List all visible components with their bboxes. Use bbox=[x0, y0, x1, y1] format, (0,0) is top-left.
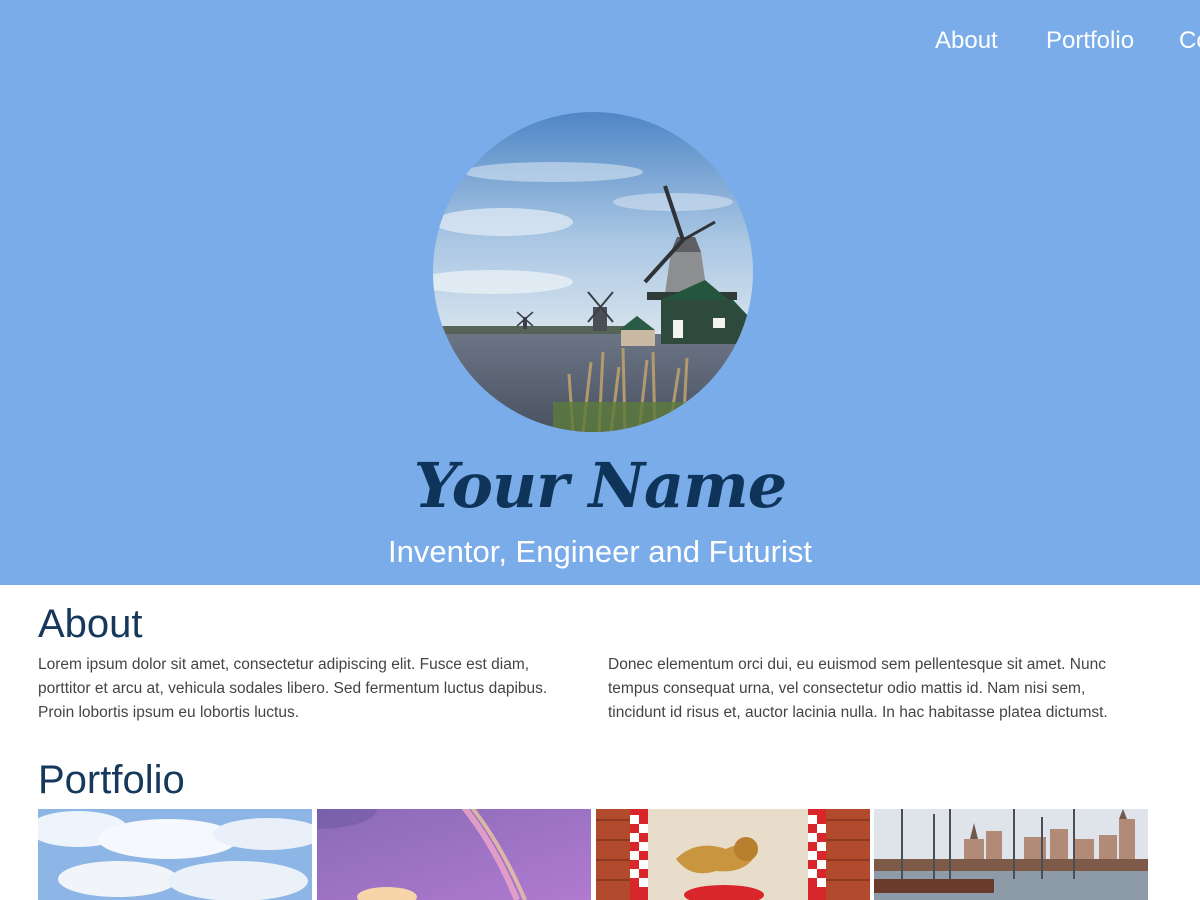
hero-tagline: Inventor, Engineer and Futurist bbox=[388, 534, 812, 569]
windmill-photo-icon bbox=[433, 112, 753, 432]
lion-banner-photo-icon bbox=[596, 809, 870, 900]
portfolio-title: Portfolio bbox=[38, 758, 185, 802]
sky-clouds-photo-icon bbox=[38, 809, 312, 900]
portfolio-gallery bbox=[38, 809, 1148, 900]
portfolio-item-rainbow[interactable] bbox=[317, 809, 591, 900]
about-title: About bbox=[38, 602, 143, 646]
hero-section: About Portfolio Contact bbox=[0, 0, 1200, 585]
profile-avatar bbox=[433, 112, 753, 432]
rainbow-photo-icon bbox=[317, 809, 591, 900]
nav-link-contact[interactable]: Contact bbox=[1179, 26, 1200, 56]
portfolio-item-harbor[interactable] bbox=[874, 809, 1148, 900]
harbor-city-photo-icon bbox=[874, 809, 1148, 900]
portfolio-item-lion-banner[interactable] bbox=[596, 809, 870, 900]
about-text-left: Lorem ipsum dolor sit amet, consectetur … bbox=[38, 656, 548, 721]
about-text-right: Donec elementum orci dui, eu euismod sem… bbox=[608, 656, 1108, 721]
portfolio-item-sky[interactable] bbox=[38, 809, 312, 900]
top-nav: About Portfolio Contact bbox=[0, 26, 1200, 56]
hero-name: Your Name bbox=[413, 449, 787, 522]
nav-link-about[interactable]: About bbox=[935, 26, 998, 56]
nav-link-portfolio[interactable]: Portfolio bbox=[1046, 26, 1134, 56]
